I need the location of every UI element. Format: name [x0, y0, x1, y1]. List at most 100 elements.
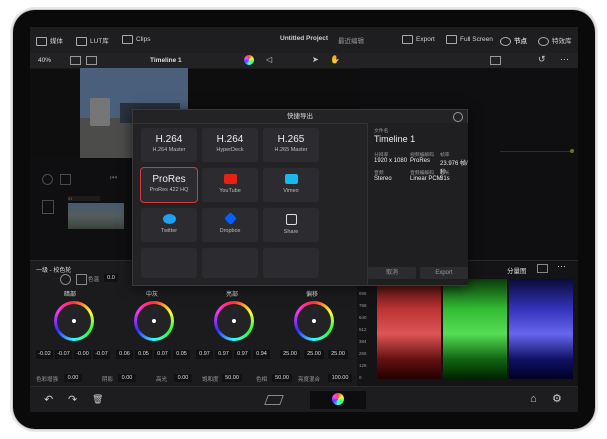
hue-value[interactable]: 50.00	[272, 374, 292, 382]
zoom-level[interactable]: 40%	[38, 57, 51, 64]
tint-value[interactable]: 0.0	[104, 274, 118, 282]
preset-h265-master[interactable]: H.265 H.265 Master	[263, 128, 319, 162]
dialog-export-button[interactable]: Export	[420, 267, 468, 279]
youtube-icon	[223, 174, 237, 184]
fullscreen-button[interactable]: Full Screen	[446, 35, 493, 44]
contrast-value[interactable]: 0.00	[64, 374, 82, 382]
preset-h264-master[interactable]: H.264 H.264 Master	[141, 128, 197, 162]
scope-title: 分量图	[507, 268, 527, 275]
effects-icon	[538, 36, 549, 46]
media-label: 媒体	[50, 38, 63, 45]
media-tab[interactable]: 媒体	[36, 35, 63, 46]
shadow-value[interactable]: 0.00	[118, 374, 136, 382]
home-icon[interactable]: ⌂	[530, 393, 537, 405]
preset-empty-1[interactable]	[141, 248, 197, 278]
nodes-tab[interactable]: 节点	[500, 35, 527, 46]
effects-tab[interactable]: 特效库	[538, 35, 572, 46]
viewer-toolbar: 40% Timeline 1 ◁ ➤ ✋ ↺ ⋯	[30, 53, 578, 69]
wheel-gamma-label: 中灰	[146, 292, 159, 298]
image-icon[interactable]	[490, 56, 501, 65]
wheel-gain[interactable]: 亮部 0.97 0.97 0.97 0.94	[194, 289, 274, 367]
filename-label: 文件名	[374, 129, 389, 134]
media-icon	[36, 36, 47, 46]
gain-r[interactable]: 0.97	[215, 350, 232, 359]
preset-hyperdeck-title: H.264	[216, 134, 244, 145]
wheel-lift[interactable]: 暗部 -0.02 -0.07 -0.00 -0.07	[34, 289, 114, 367]
layout-icon[interactable]	[70, 56, 81, 65]
tick-768: 768	[359, 303, 367, 308]
dropbox-icon	[223, 212, 237, 225]
wheel-offset[interactable]: 偏移 25.00 25.00 25.00	[274, 289, 354, 367]
lummix-value[interactable]: 100.00	[328, 374, 352, 382]
highlight-value[interactable]: 0.00	[174, 374, 192, 382]
preset-h264-master-label: H.264 Master	[152, 147, 186, 153]
filename-value[interactable]: Timeline 1	[374, 134, 415, 144]
offset-b[interactable]: 25.00	[328, 350, 348, 359]
preset-prores-label: ProRes 422 HQ	[149, 187, 189, 193]
account-icon[interactable]	[453, 112, 463, 122]
preset-vimeo[interactable]: Vimeo	[263, 168, 319, 202]
preset-prores[interactable]: ProRes ProRes 422 HQ	[140, 167, 198, 203]
hand-icon[interactable]: ✋	[330, 55, 340, 64]
edit-page-icon[interactable]	[264, 395, 284, 405]
preset-dropbox[interactable]: Dropbox	[202, 208, 258, 242]
saturation-value[interactable]: 50.00	[222, 374, 242, 382]
preset-dropbox-label: Dropbox	[219, 228, 241, 234]
history-icon[interactable]: ↺	[538, 54, 546, 65]
undo-icon[interactable]: ↶	[44, 393, 53, 406]
gain-y[interactable]: 0.97	[196, 350, 213, 359]
color-page-icon	[332, 393, 344, 405]
lut-tab[interactable]: LUT库	[76, 35, 109, 46]
clips-tab[interactable]: Clips	[122, 35, 150, 44]
audio-value: Stereo	[374, 176, 392, 182]
quick-export-dialog: 快捷导出 H.264 H.264 Master H.264 HyperDeck …	[132, 109, 468, 286]
codec-value: ProRes	[410, 158, 431, 164]
lift-y[interactable]: -0.02	[36, 350, 53, 359]
cancel-button[interactable]: 取消	[368, 267, 416, 279]
more-icon[interactable]: ⋯	[560, 54, 569, 65]
timeline-name[interactable]: Timeline 1	[150, 57, 182, 64]
audio-codec-label: 音频编解码	[410, 171, 434, 176]
preset-empty-2[interactable]	[202, 248, 258, 278]
preset-twitter[interactable]: Twitter	[141, 208, 197, 242]
color-picker-icon[interactable]	[244, 55, 254, 65]
gamma-y[interactable]: 0.06	[116, 350, 133, 359]
redo-icon[interactable]: ↷	[68, 393, 77, 406]
lift-g[interactable]: -0.00	[74, 350, 91, 359]
tick-896: 896	[359, 291, 367, 296]
gain-b[interactable]: 0.94	[253, 350, 270, 359]
lift-b[interactable]: -0.07	[93, 350, 110, 359]
preset-share[interactable]: Share	[263, 208, 319, 242]
nodes-label: 节点	[514, 38, 527, 45]
settings-icon[interactable]: ⚙	[552, 392, 562, 405]
gain-g[interactable]: 0.97	[234, 350, 251, 359]
export-button[interactable]: Export	[402, 35, 435, 44]
preset-hyperdeck[interactable]: H.264 HyperDeck	[202, 128, 258, 162]
lummix-label: 亮度混合	[298, 377, 321, 383]
hue-label: 色相	[256, 377, 268, 383]
split-view-icon[interactable]	[86, 56, 97, 65]
offset-g[interactable]: 25.00	[304, 350, 324, 359]
reset-icon[interactable]	[60, 274, 71, 285]
scope-more-icon[interactable]: ⋯	[557, 261, 566, 272]
scope-settings-icon[interactable]	[537, 264, 548, 273]
bars-icon[interactable]	[76, 274, 87, 285]
preset-youtube[interactable]: YouTube	[202, 168, 258, 202]
gamma-b[interactable]: 0.05	[173, 350, 190, 359]
preset-empty-3[interactable]	[263, 248, 319, 278]
gamma-g[interactable]: 0.07	[154, 350, 171, 359]
preset-twitter-label: Twitter	[160, 228, 178, 234]
pointer-icon[interactable]: ➤	[312, 55, 319, 64]
gamma-r[interactable]: 0.05	[135, 350, 152, 359]
highlight-label: 高光	[156, 377, 168, 383]
wheel-gamma[interactable]: 中灰 0.06 0.05 0.07 0.05	[114, 289, 194, 367]
lift-r[interactable]: -0.07	[55, 350, 72, 359]
trash-icon[interactable]: 🗑	[92, 394, 103, 405]
wheel-lift-label: 暗部	[64, 292, 77, 298]
tick-640: 640	[359, 315, 367, 320]
audio-icon[interactable]: ◁	[266, 55, 272, 64]
offset-r[interactable]: 25.00	[280, 350, 300, 359]
contrast-label: 色彩增强	[36, 377, 59, 383]
tick-384: 384	[359, 339, 367, 344]
scope-blue-channel	[509, 279, 573, 379]
